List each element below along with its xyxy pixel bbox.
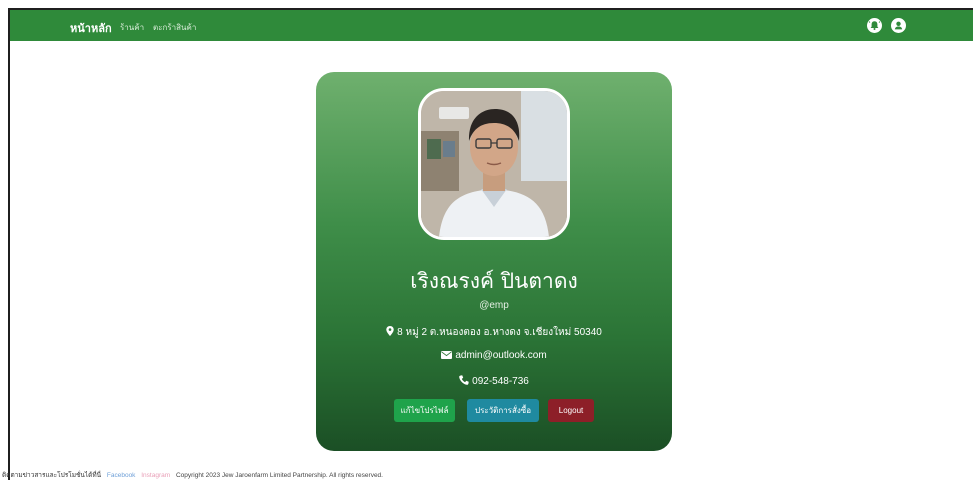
profile-card: เริงณรงค์ ปินตาดง @emp 8 หมู่ 2 ต.หนองตอ… <box>316 72 672 451</box>
profile-email-row: admin@outlook.com <box>316 350 672 362</box>
profile-email: admin@outlook.com <box>455 350 547 361</box>
bell-icon[interactable] <box>867 18 882 33</box>
top-navbar: หน้าหลัก ร้านค้า ตะกร้าสินค้า <box>10 10 973 41</box>
order-history-button[interactable]: ประวัติการสั่งซื้อ <box>467 399 539 422</box>
nav-cart-link[interactable]: ตะกร้าสินค้า <box>153 21 196 34</box>
footer-contact-text: ติดตามข่าวสารและโปรโมชั่นได้ที่นี่ <box>2 472 102 479</box>
nav-home-link[interactable]: หน้าหลัก <box>70 19 112 37</box>
footer: ติดตามข่าวสารและโปรโมชั่นได้ที่นี่ Faceb… <box>2 470 383 480</box>
map-marker-icon <box>386 326 394 339</box>
user-icon[interactable] <box>891 18 906 33</box>
phone-icon <box>459 375 469 388</box>
footer-copyright: Copyright 2023 Jew Jaroenfarm Limited Pa… <box>175 472 383 479</box>
envelope-icon <box>441 351 453 362</box>
footer-facebook-link[interactable]: Facebook <box>107 472 136 479</box>
logout-button[interactable]: Logout <box>548 399 594 422</box>
avatar <box>418 88 570 240</box>
profile-address: 8 หมู่ 2 ต.หนองตอง อ.หางดง จ.เชียงใหม่ 5… <box>397 327 602 338</box>
profile-phone-row: 092-548-736 <box>316 375 672 388</box>
profile-name: เริงณรงค์ ปินตาดง <box>410 269 578 293</box>
profile-phone: 092-548-736 <box>472 376 529 387</box>
nav-shop-link[interactable]: ร้านค้า <box>120 21 144 34</box>
edit-profile-button[interactable]: แก้ไขโปรไฟล์ <box>394 399 455 422</box>
profile-address-row: 8 หมู่ 2 ต.หนองตอง อ.หางดง จ.เชียงใหม่ 5… <box>316 325 672 340</box>
profile-username: @emp <box>479 300 509 311</box>
browser-viewport: หน้าหลัก ร้านค้า ตะกร้าสินค้า เริงณรงค์ … <box>8 8 973 480</box>
footer-instagram-link[interactable]: Instagram <box>141 472 170 479</box>
